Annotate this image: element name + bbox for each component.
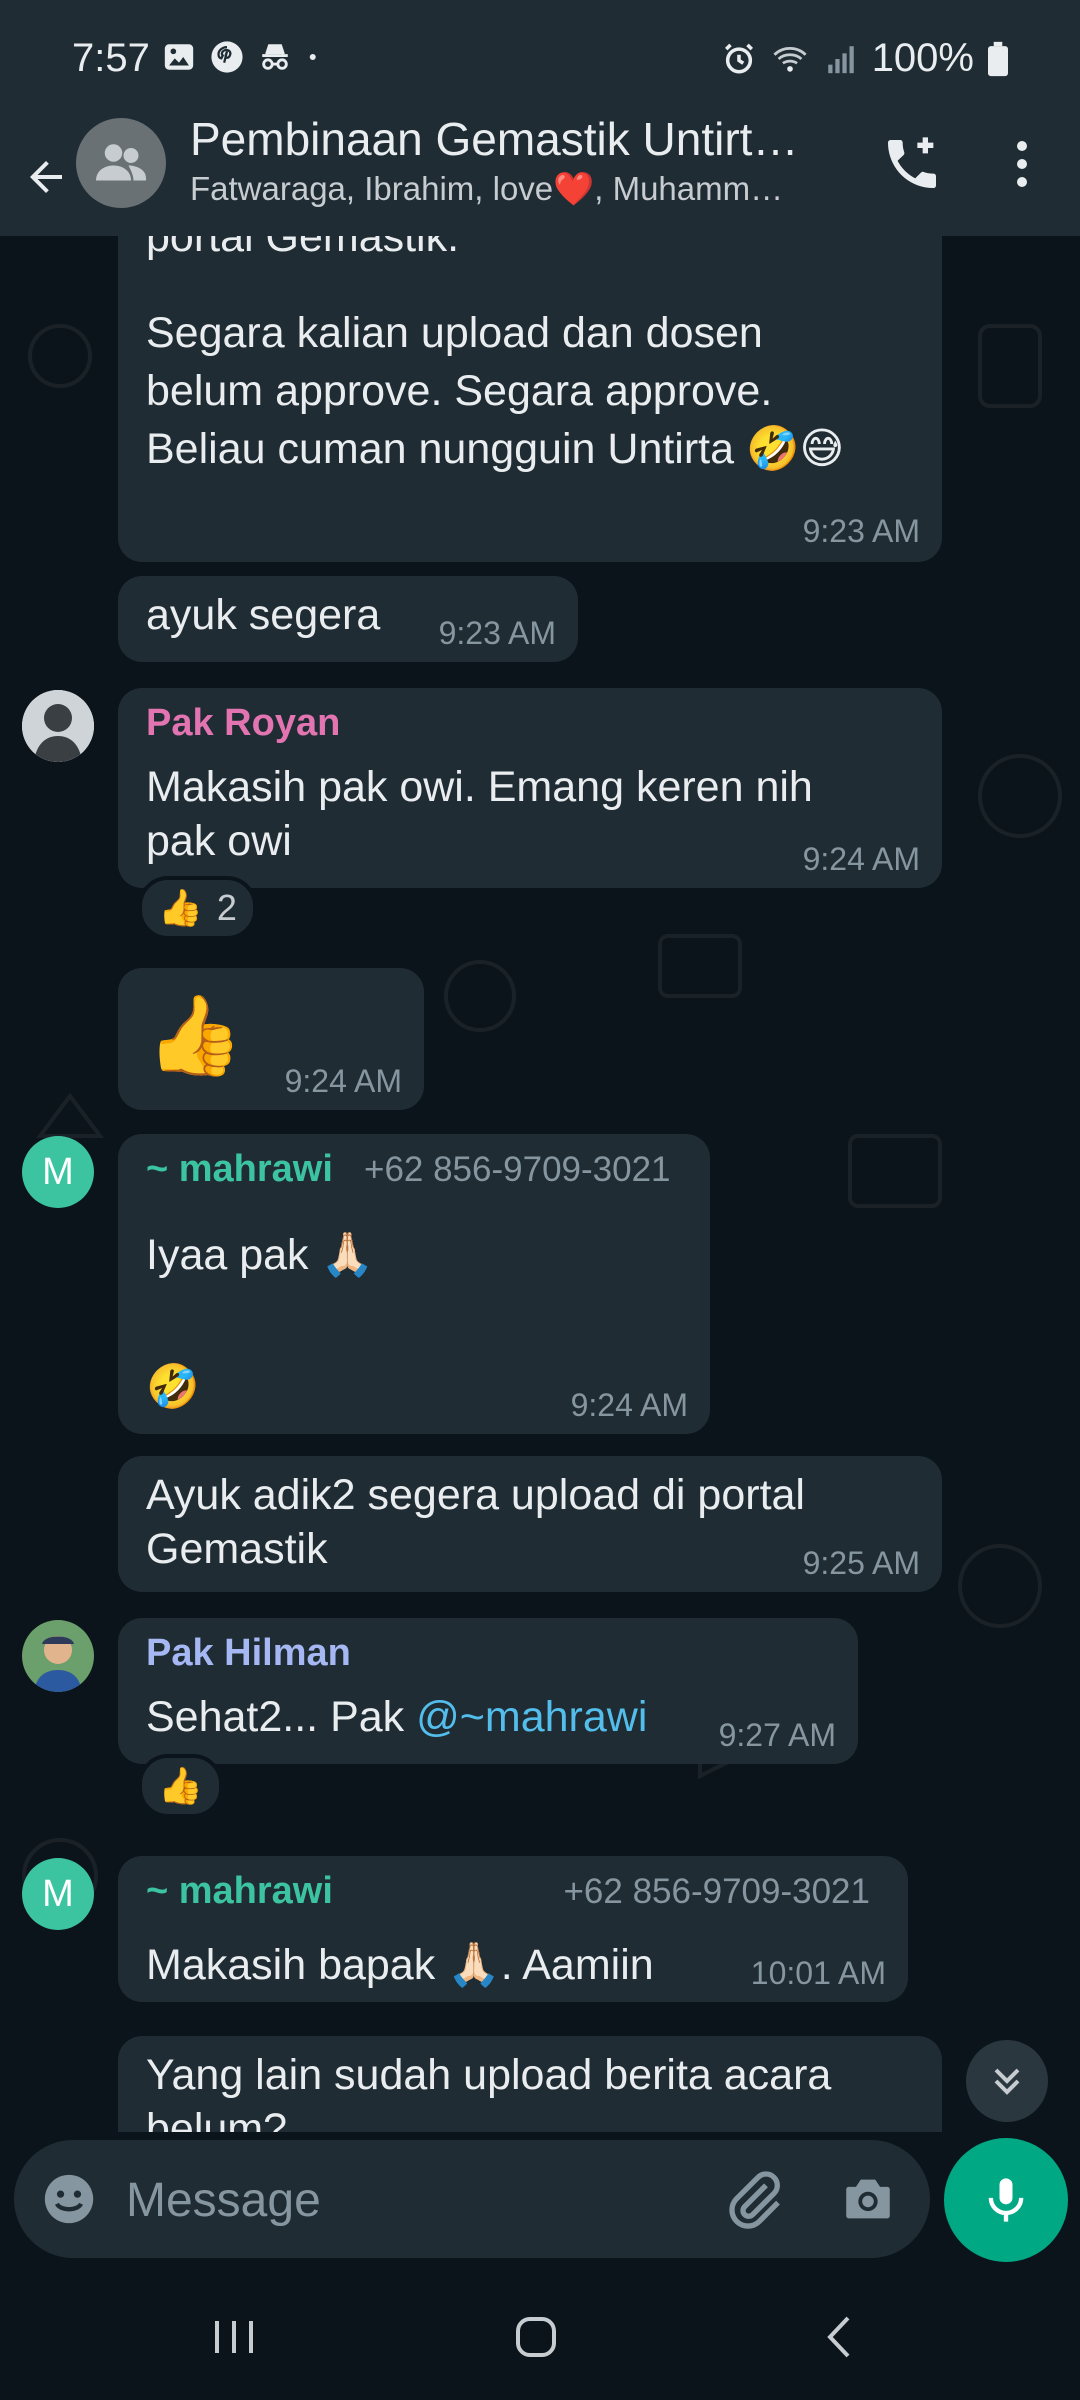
message-text: Ayuk adik2 segera upload di portal Gemas… (146, 1471, 805, 1573)
recents-button[interactable] (194, 2304, 274, 2370)
message-bubble[interactable]: portal Gemastik. Segara kalian upload da… (118, 236, 942, 562)
message-time: 9:27 AM (718, 1717, 836, 1753)
attach-icon[interactable] (722, 2168, 786, 2232)
sender-name[interactable]: Pak Hilman (146, 1632, 351, 1675)
thumbs-up-icon: 👍 (158, 1766, 203, 1807)
avatar[interactable] (22, 1620, 94, 1692)
more-vert-icon (1017, 141, 1027, 151)
recents-icon (215, 2321, 253, 2353)
message-text-prefix: Sehat2... Pak (146, 1693, 417, 1741)
message-bubble[interactable]: Pak Royan Makasih pak owi. Emang keren n… (118, 688, 942, 888)
system-back-button[interactable] (800, 2304, 880, 2370)
group-title[interactable]: Pembinaan Gemastik Untirt… (190, 112, 840, 166)
home-button[interactable] (496, 2304, 576, 2370)
wifi-icon (773, 46, 807, 72)
composer-bar (0, 2132, 1080, 2274)
add-call-icon (888, 137, 936, 188)
camera-icon[interactable] (838, 2170, 898, 2228)
message-time: 9:23 AM (802, 513, 920, 549)
user-avatar-icon (22, 1620, 94, 1692)
avatar[interactable]: M (22, 1136, 94, 1208)
message-bubble[interactable]: ayuk segera 9:23 AM (118, 576, 578, 662)
system-nav-bar (0, 2274, 1080, 2400)
sender-phone[interactable]: +62 856-9709-3021 (563, 1872, 870, 1912)
sender-name[interactable]: Pak Royan (146, 702, 340, 745)
message-time: 9:24 AM (570, 1387, 688, 1423)
message-text: ayuk segera (146, 591, 381, 639)
pinterest-icon (211, 41, 243, 73)
scroll-to-bottom-button[interactable] (966, 2040, 1048, 2122)
avatar[interactable]: M (22, 1858, 94, 1930)
chat-header: Pembinaan Gemastik Untirt… Fatwaraga, Ib… (0, 113, 1080, 236)
gallery-icon (164, 44, 194, 70)
sender-name[interactable]: ~ mahrawi (146, 1870, 333, 1913)
message-composer[interactable] (14, 2140, 930, 2258)
thumbs-up-icon: 👍 (158, 888, 203, 929)
group-members[interactable]: Fatwaraga, Ibrahim, love❤️, Muhamm… (190, 170, 840, 209)
status-right: 100% (722, 36, 1008, 81)
reaction-badge[interactable]: 👍 2 (138, 876, 257, 940)
message-text: Iyaa pak 🙏🏻 🤣 (146, 1231, 375, 1411)
status-time: 7:57 (72, 36, 150, 80)
group-icon (96, 144, 146, 181)
chat-area[interactable]: portal Gemastik. Segara kalian upload da… (0, 236, 1080, 2132)
signal-icon (827, 45, 854, 73)
add-call-button[interactable] (880, 132, 944, 196)
mic-icon (988, 2178, 1024, 2222)
message-bubble[interactable]: ~ mahrawi +62 856-9709-3021 Makasih bapa… (118, 1856, 908, 2002)
message-bubble[interactable]: ~ mahrawi +62 856-9709-3021 Iyaa pak 🙏🏻 … (118, 1134, 710, 1434)
battery-icon (988, 41, 1008, 76)
message-bubble[interactable]: Pak Hilman Sehat2... Pak @~mahrawi 9:27 … (118, 1618, 858, 1764)
back-button[interactable] (18, 134, 74, 220)
reaction-badge[interactable]: 👍 (138, 1754, 223, 1818)
message-text: portal Gemastik. (146, 236, 460, 261)
user-avatar-icon (22, 690, 94, 762)
mention-link[interactable]: @~mahrawi (416, 1693, 647, 1741)
message-text: Sehat2... Pak @~mahrawi (146, 1690, 647, 1744)
message-bubble[interactable]: Yang lain sudah upload berita acara belu… (118, 2036, 942, 2132)
message-time: 9:25 AM (802, 1545, 920, 1581)
sender-name[interactable]: ~ mahrawi (146, 1148, 333, 1191)
message-bubble[interactable]: Ayuk adik2 segera upload di portal Gemas… (118, 1456, 942, 1592)
message-time: 10:01 AM (750, 1955, 886, 1991)
chevron-double-down-icon (994, 2068, 1020, 2095)
message-time: 9:24 AM (284, 1063, 402, 1099)
message-text: Segara kalian upload dan dosen belum app… (146, 309, 845, 473)
message-emoji: 👍 (146, 991, 244, 1081)
battery-percent: 100% (871, 36, 974, 80)
back-icon (827, 2316, 850, 2358)
group-avatar[interactable] (76, 118, 166, 208)
status-bar: 7:57 100% (0, 0, 1080, 118)
message-text: Makasih bapak 🙏🏻. Aamiin (146, 1941, 654, 1989)
alarm-icon (724, 43, 753, 74)
message-text: Makasih pak owi. Emang keren nih pak owi (146, 763, 813, 865)
incognito-icon (262, 44, 288, 70)
message-time: 9:23 AM (438, 615, 556, 651)
more-options-button[interactable] (1000, 132, 1044, 196)
reaction-count: 2 (216, 887, 237, 928)
voice-record-button[interactable] (944, 2138, 1068, 2262)
sender-phone[interactable]: +62 856-9709-3021 (364, 1150, 671, 1190)
home-icon (516, 2317, 556, 2357)
avatar[interactable] (22, 690, 94, 762)
message-time: 9:24 AM (802, 841, 920, 877)
emoji-icon[interactable] (40, 2170, 98, 2228)
notification-icons (162, 40, 324, 74)
dot-icon (309, 54, 316, 60)
message-input[interactable] (126, 2168, 686, 2232)
message-text: Yang lain sudah upload berita acara belu… (146, 2051, 832, 2132)
back-arrow-icon (30, 161, 62, 193)
message-bubble[interactable]: 👍 9:24 AM (118, 968, 424, 1110)
